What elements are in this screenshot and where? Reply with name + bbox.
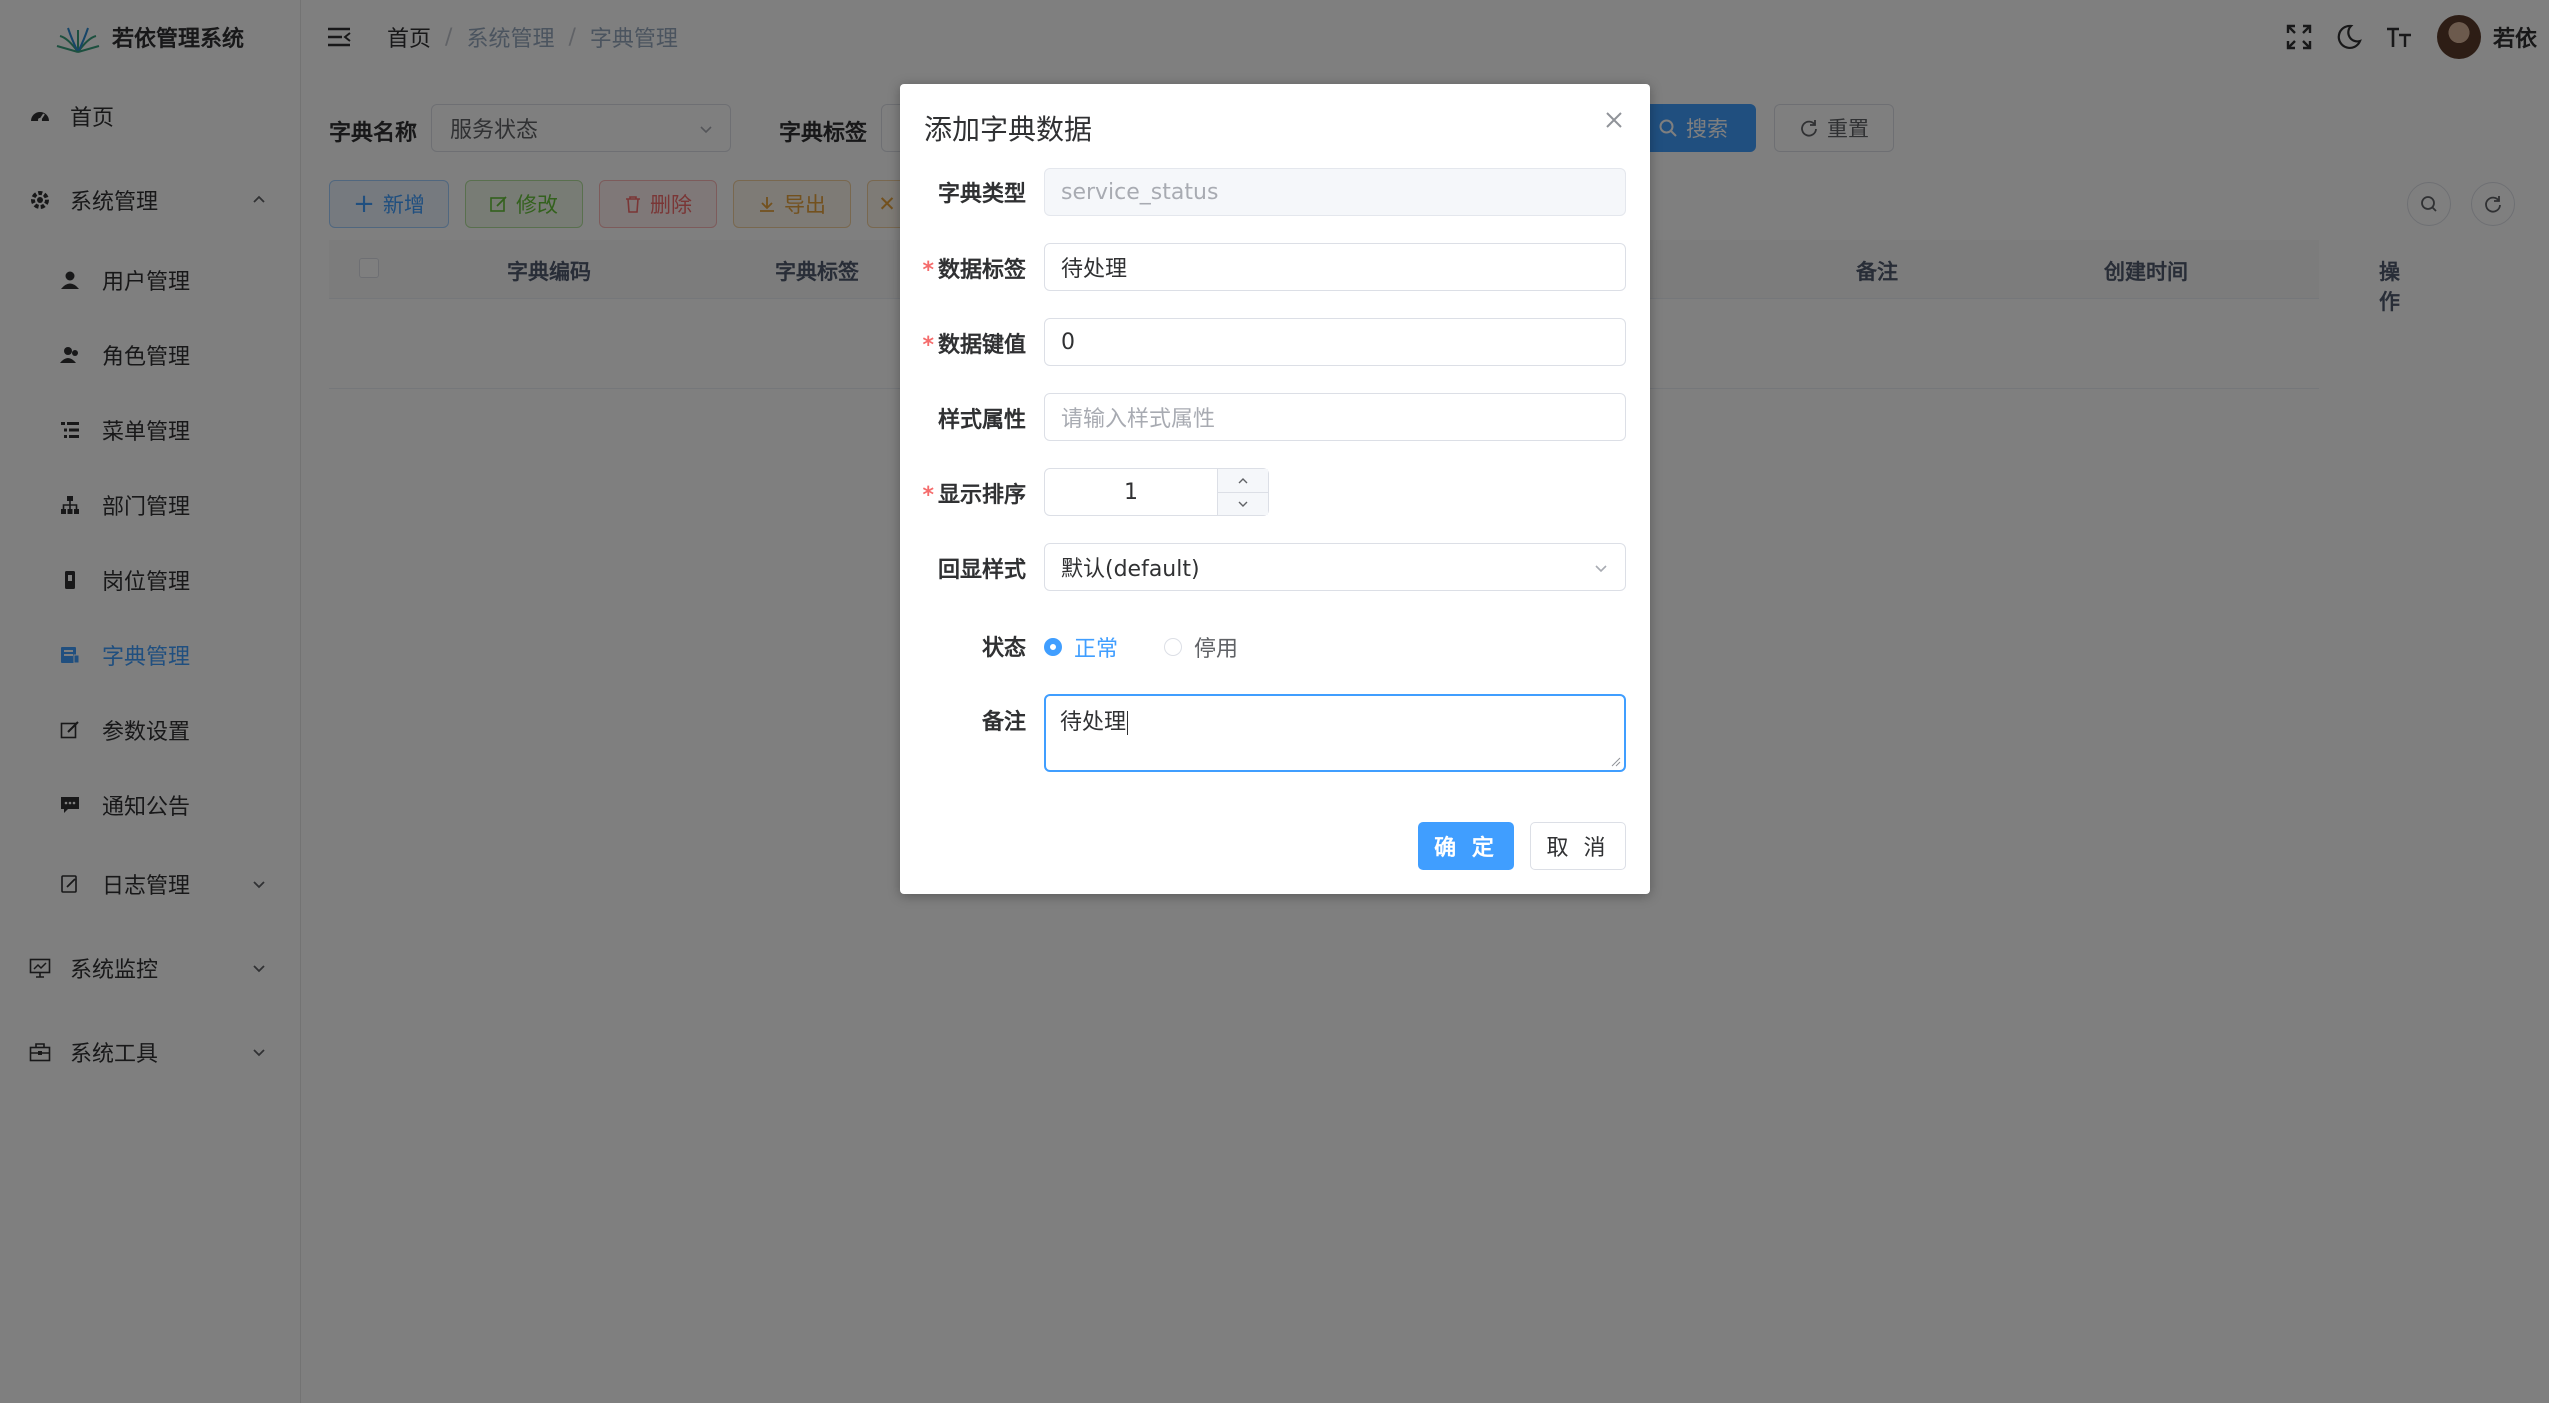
dict-type-label: 字典类型 xyxy=(937,182,1026,207)
list-class-value: 默认(default) xyxy=(1061,557,1200,582)
close-icon[interactable] xyxy=(1602,108,1626,132)
dict-type-field: service_status xyxy=(1044,168,1626,216)
dict-label-field-label-text: 数据标签 xyxy=(937,258,1026,283)
status-radio-disabled[interactable]: 停用 xyxy=(1164,631,1238,663)
dialog-title: 添加字典数据 xyxy=(924,113,1093,146)
required-mark: * xyxy=(922,483,934,508)
radio-label: 停用 xyxy=(1194,637,1239,662)
text-caret xyxy=(1127,711,1129,735)
sort-label-text: 显示排序 xyxy=(937,483,1026,508)
sort-label: * 显示排序 xyxy=(922,477,1026,509)
status-label: 状态 xyxy=(981,636,1026,661)
sort-value[interactable]: 1 xyxy=(1045,469,1217,515)
dict-label-field[interactable]: 待处理 xyxy=(1044,243,1626,291)
sort-stepper[interactable]: 1 xyxy=(1044,468,1269,516)
decrease-button[interactable] xyxy=(1218,492,1268,515)
radio-checked-icon xyxy=(1044,638,1062,656)
dict-label-value: 待处理 xyxy=(1061,257,1128,282)
radio-label: 正常 xyxy=(1074,637,1119,662)
required-mark: * xyxy=(922,258,934,283)
resize-handle-icon[interactable] xyxy=(1611,757,1621,767)
status-radio-group: 正常 停用 xyxy=(1044,630,1284,664)
dict-value-value: 0 xyxy=(1061,329,1075,355)
dict-value-field-label-text: 数据键值 xyxy=(937,333,1026,358)
dict-value-field[interactable]: 0 xyxy=(1044,318,1626,366)
increase-button[interactable] xyxy=(1218,469,1268,493)
remark-label: 备注 xyxy=(981,710,1026,735)
stepper-controls xyxy=(1217,469,1268,515)
css-class-placeholder: 请输入样式属性 xyxy=(1061,407,1216,432)
status-radio-normal[interactable]: 正常 xyxy=(1044,631,1118,663)
confirm-button[interactable]: 确 定 xyxy=(1418,822,1514,870)
css-class-label: 样式属性 xyxy=(937,408,1026,433)
add-dict-data-dialog: 添加字典数据 字典类型 service_status * 数据标签 待处理 * 数据… xyxy=(900,84,1650,894)
dict-value-field-label: * 数据键值 xyxy=(922,327,1026,359)
css-class-field[interactable]: 请输入样式属性 xyxy=(1044,393,1626,441)
remark-textarea[interactable]: 待处理 xyxy=(1044,694,1626,772)
chevron-down-icon xyxy=(1595,565,1607,573)
cancel-button[interactable]: 取 消 xyxy=(1530,822,1626,870)
radio-unchecked-icon xyxy=(1164,638,1183,656)
dict-label-field-label: * 数据标签 xyxy=(922,252,1026,284)
required-mark: * xyxy=(922,333,934,358)
list-class-select[interactable]: 默认(default) xyxy=(1044,543,1626,591)
list-class-label: 回显样式 xyxy=(937,558,1026,583)
chevron-up-icon xyxy=(1238,477,1248,483)
chevron-down-icon xyxy=(1238,501,1248,507)
dict-type-value: service_status xyxy=(1061,179,1219,205)
remark-value: 待处理 xyxy=(1060,710,1127,735)
